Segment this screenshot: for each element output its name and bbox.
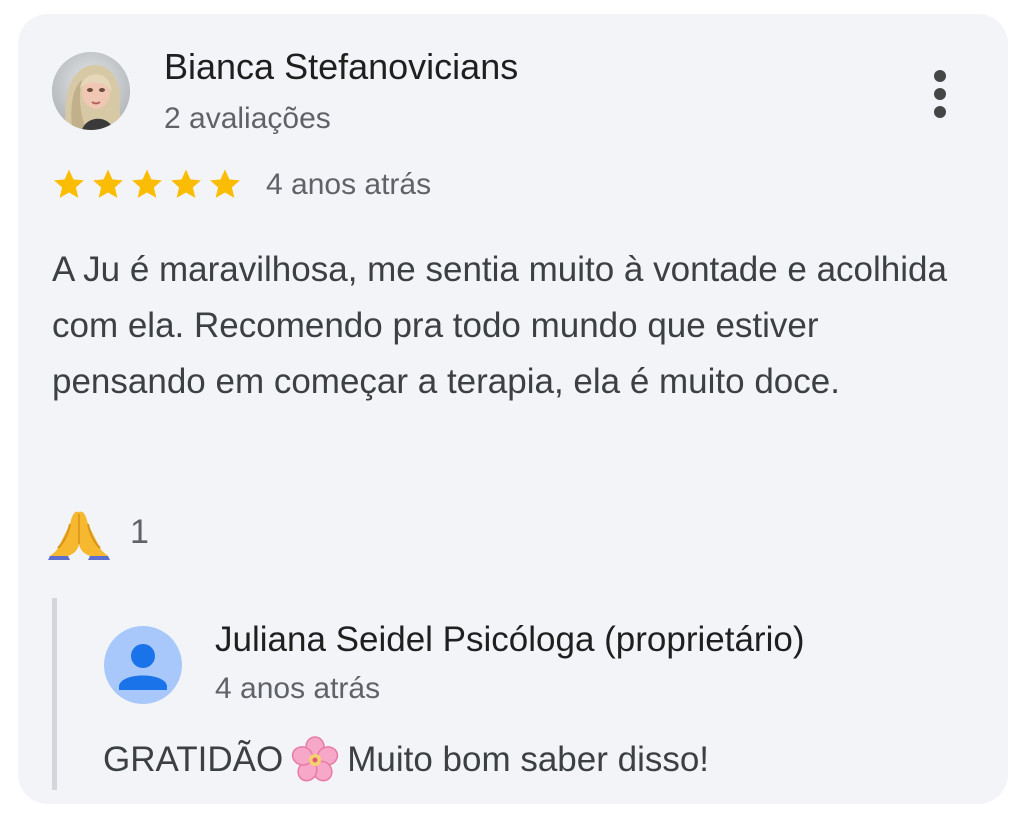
person-icon xyxy=(104,626,182,704)
author-avatar[interactable] xyxy=(52,52,130,130)
star-icon xyxy=(210,169,240,198)
star-icon xyxy=(171,169,201,198)
author-review-count: 2 avaliações xyxy=(164,102,331,135)
more-vert-icon xyxy=(934,70,946,82)
owner-reply: Juliana Seidel Psicóloga (proprietário) … xyxy=(52,598,987,790)
author-name[interactable]: Bianca Stefanovicians xyxy=(164,46,518,88)
reply-text-before: GRATIDÃO xyxy=(103,740,284,779)
star-icon xyxy=(132,169,162,198)
star-icon xyxy=(54,169,84,198)
cherry-blossom-icon xyxy=(292,736,339,782)
more-vert-icon-dot xyxy=(934,88,946,100)
review-text: A Ju é maravilhosa, me sentia muito à vo… xyxy=(52,250,947,401)
reaction-count: 1 xyxy=(130,512,149,551)
reply-text: GRATIDÃO Muito bom saber disso! xyxy=(103,732,709,788)
reply-time: 4 anos atrás xyxy=(215,672,381,705)
owner-name: Juliana Seidel Psicóloga (proprietário) xyxy=(215,620,805,659)
review-time: 4 anos atrás xyxy=(266,168,432,201)
review-card: Bianca Stefanovicians 2 avaliações 4 ano… xyxy=(18,14,1008,804)
more-options-button[interactable] xyxy=(918,66,962,122)
folded-hands-icon xyxy=(48,511,110,560)
more-vert-icon-dot xyxy=(934,106,946,118)
profile-photo xyxy=(52,52,130,130)
reaction-button[interactable]: 1 xyxy=(48,504,149,560)
star-icon xyxy=(93,169,123,198)
reply-text-after: Muito bom saber disso! xyxy=(347,740,710,779)
star-rating xyxy=(52,166,247,202)
